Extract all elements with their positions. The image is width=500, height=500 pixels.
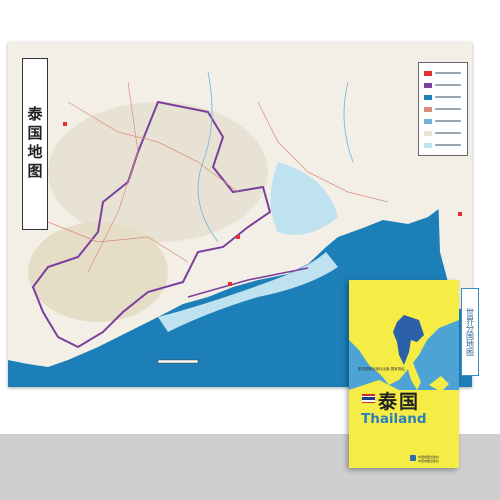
cover-mini-map <box>349 280 459 468</box>
legend-swatch <box>424 119 432 124</box>
thailand-flag-icon <box>362 394 375 403</box>
city-marker <box>228 282 232 286</box>
series-label-box: 世界分国地图 <box>461 288 479 376</box>
legend-swatch <box>424 83 432 88</box>
legend-swatch <box>424 107 432 112</box>
map-cover <box>349 280 459 468</box>
cover-title-cn: 泰国 <box>378 391 421 413</box>
legend-line <box>435 96 461 98</box>
cover-title-en: Thailand <box>361 411 427 427</box>
scale-bar <box>157 359 199 364</box>
map-title: 泰国地图 <box>25 106 44 182</box>
terrain-shade <box>48 102 268 242</box>
series-label: 世界分国地图 <box>465 308 475 356</box>
legend-line <box>435 84 461 86</box>
legend-swatch <box>424 71 432 76</box>
legend-line <box>435 72 461 74</box>
legend-line <box>435 144 461 146</box>
legend-swatch <box>424 95 432 100</box>
city-marker <box>236 235 240 239</box>
flag-stripe <box>362 401 375 403</box>
city-marker <box>458 212 462 216</box>
publisher-foot: 中国地图出版社 中国地图出版社 <box>418 455 439 463</box>
legend-swatch <box>424 143 432 148</box>
city-marker <box>63 122 67 126</box>
publisher-foot-line: 中国地图出版社 <box>418 459 440 463</box>
legend-line <box>435 108 461 110</box>
legend-line <box>435 132 461 134</box>
map-title-band: 泰国地图 <box>22 58 48 230</box>
legend-swatch <box>424 131 432 136</box>
publisher-logo-icon <box>410 455 416 461</box>
legend-box <box>418 62 468 156</box>
publisher-line: 图书国家出版社出版 国家测绘 <box>358 367 405 371</box>
legend-line <box>435 120 461 122</box>
